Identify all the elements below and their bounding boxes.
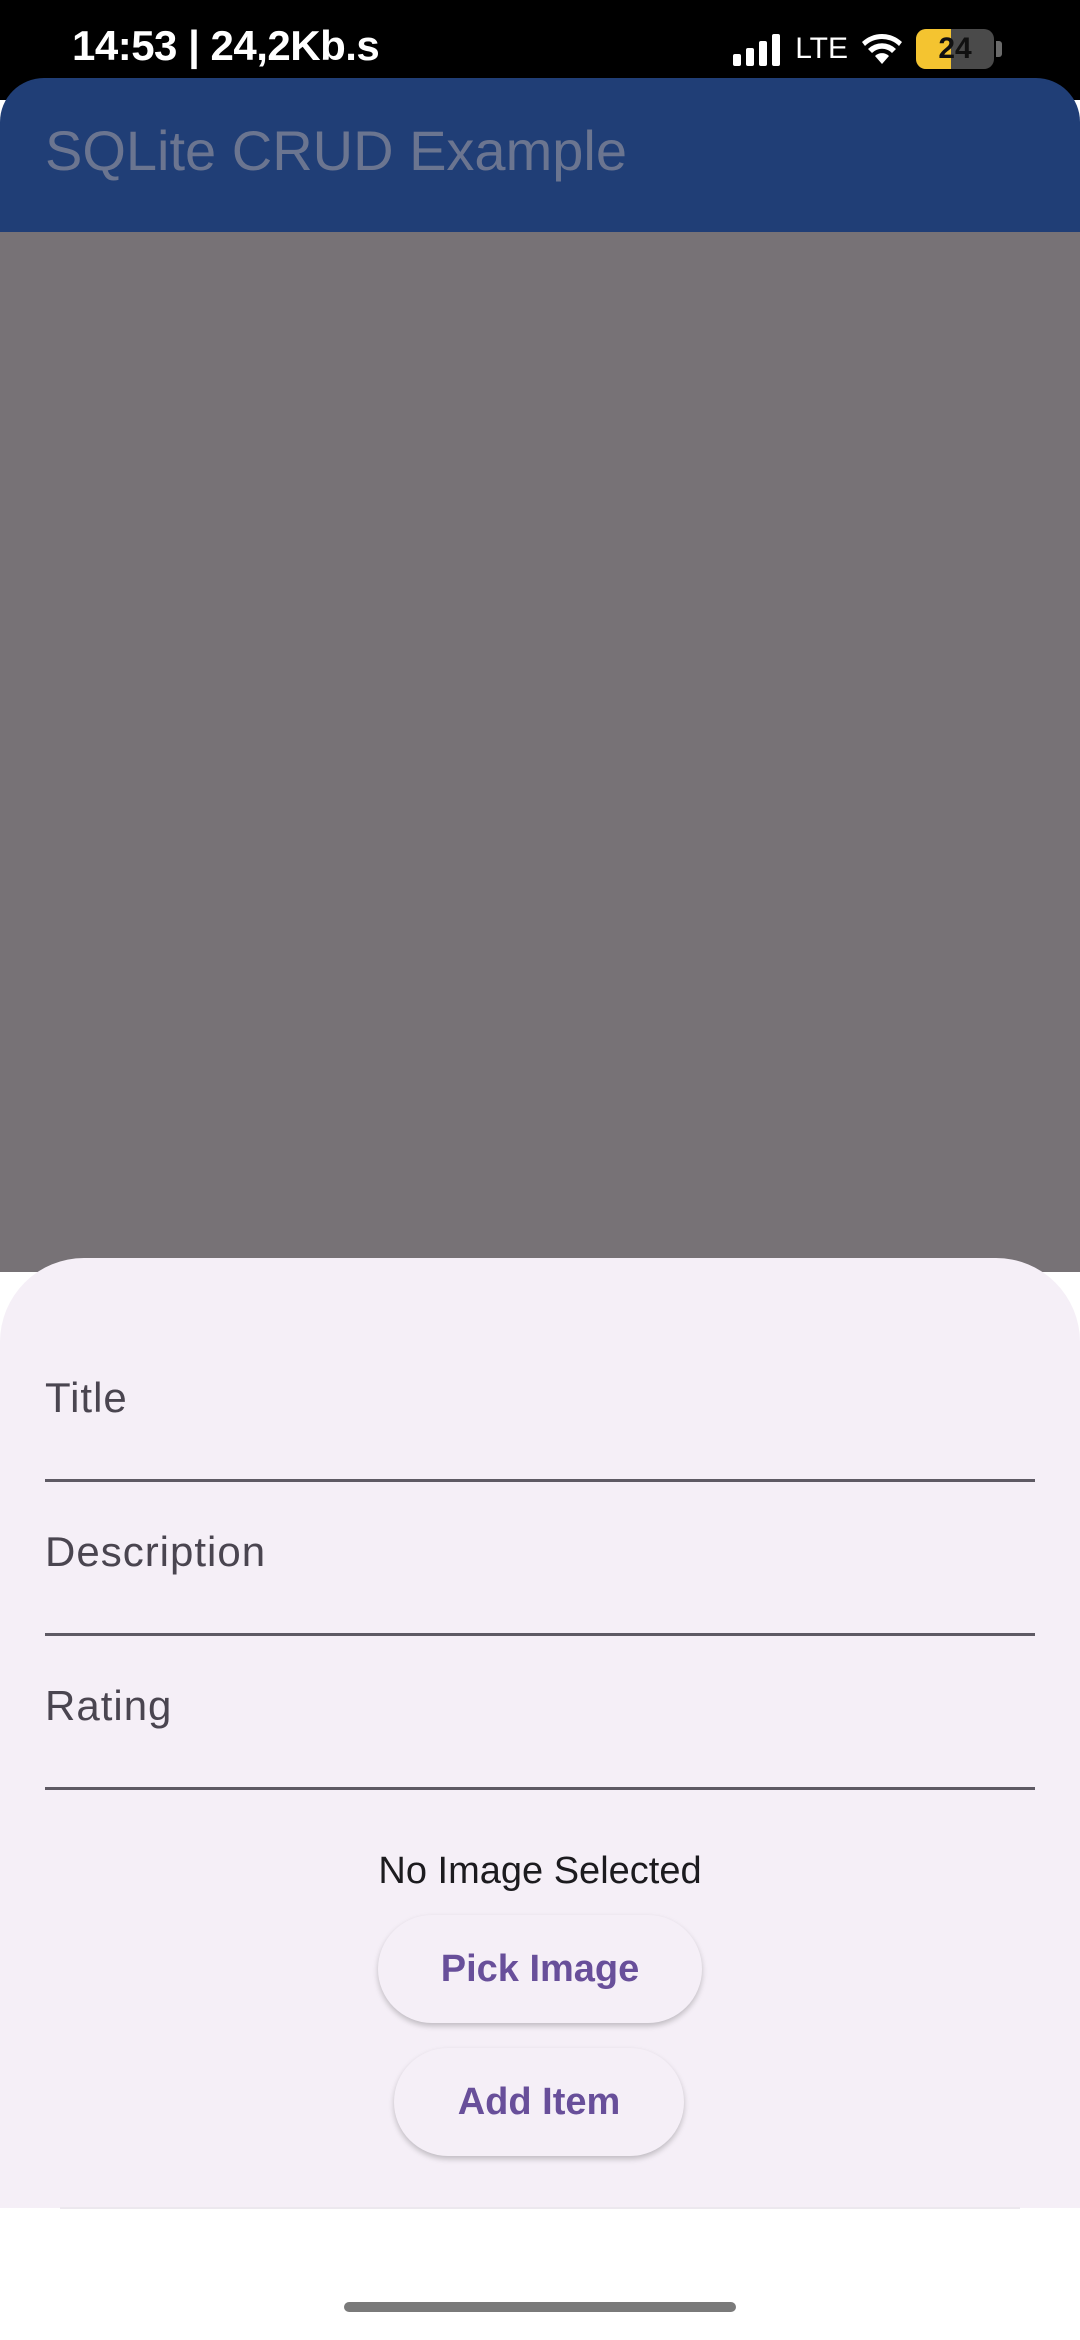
pick-image-button[interactable]: Pick Image: [378, 1915, 702, 2023]
modal-scrim[interactable]: [0, 232, 1080, 1272]
status-time-speed: 14:53 | 24,2Kb.s: [72, 22, 380, 69]
app-bar: SQLite CRUD Example: [0, 78, 1080, 232]
rating-field-label: Rating: [45, 1682, 173, 1729]
status-icons: LTE 24: [733, 26, 1002, 72]
home-indicator[interactable]: [344, 2302, 736, 2312]
signal-icon: [733, 32, 785, 66]
add-item-bottom-sheet: Title Description Rating No Image Select…: [0, 1258, 1080, 2208]
description-field-label: Description: [45, 1528, 267, 1575]
battery-icon: 24: [916, 29, 994, 69]
rating-field[interactable]: Rating: [45, 1636, 1035, 1790]
title-field[interactable]: Title: [45, 1328, 1035, 1482]
sheet-bottom-divider: [60, 2207, 1020, 2209]
app-title: SQLite CRUD Example: [45, 119, 627, 182]
wifi-icon: [862, 34, 902, 64]
battery-tip: [996, 41, 1002, 57]
image-status-text: No Image Selected: [378, 1850, 702, 1892]
battery-level-text: 24: [938, 32, 972, 65]
screen: 14:53 | 24,2Kb.s LTE 24 SQLite CRUD Exam…: [0, 0, 1080, 2340]
network-type-label: LTE: [795, 32, 848, 65]
add-item-button[interactable]: Add Item: [394, 2048, 684, 2156]
description-field[interactable]: Description: [45, 1482, 1035, 1636]
title-field-label: Title: [45, 1374, 128, 1421]
